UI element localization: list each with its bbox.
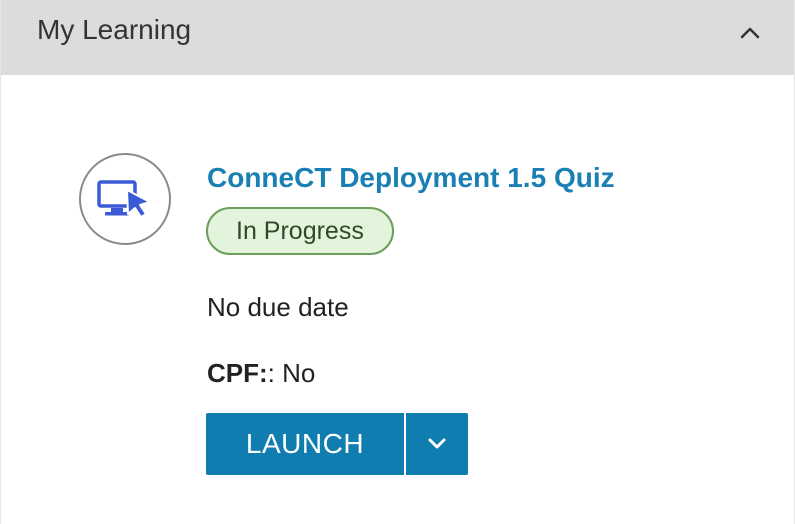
panel-title: My Learning xyxy=(37,14,192,45)
screen-cursor-icon xyxy=(97,180,151,218)
status-badge: In Progress xyxy=(206,207,394,255)
course-type-icon-circle xyxy=(79,153,171,245)
course-title-link[interactable]: ConneCT Deployment 1.5 Quiz xyxy=(207,162,615,194)
my-learning-panel: My Learning ConneCT Deployment 1.5 Quiz … xyxy=(0,0,795,524)
chevron-down-icon xyxy=(428,438,446,449)
due-date-text: No due date xyxy=(207,292,349,322)
chevron-up-icon xyxy=(740,27,760,39)
launch-options-dropdown-button[interactable] xyxy=(406,413,468,475)
cpf-value: : No xyxy=(267,358,316,388)
cpf-row: CPF:: No xyxy=(207,358,315,389)
launch-button-group: LAUNCH xyxy=(206,413,468,475)
launch-button[interactable]: LAUNCH xyxy=(206,413,404,475)
collapse-button[interactable] xyxy=(732,18,768,48)
cpf-label: CPF: xyxy=(207,358,268,388)
panel-header[interactable]: My Learning xyxy=(1,0,794,75)
